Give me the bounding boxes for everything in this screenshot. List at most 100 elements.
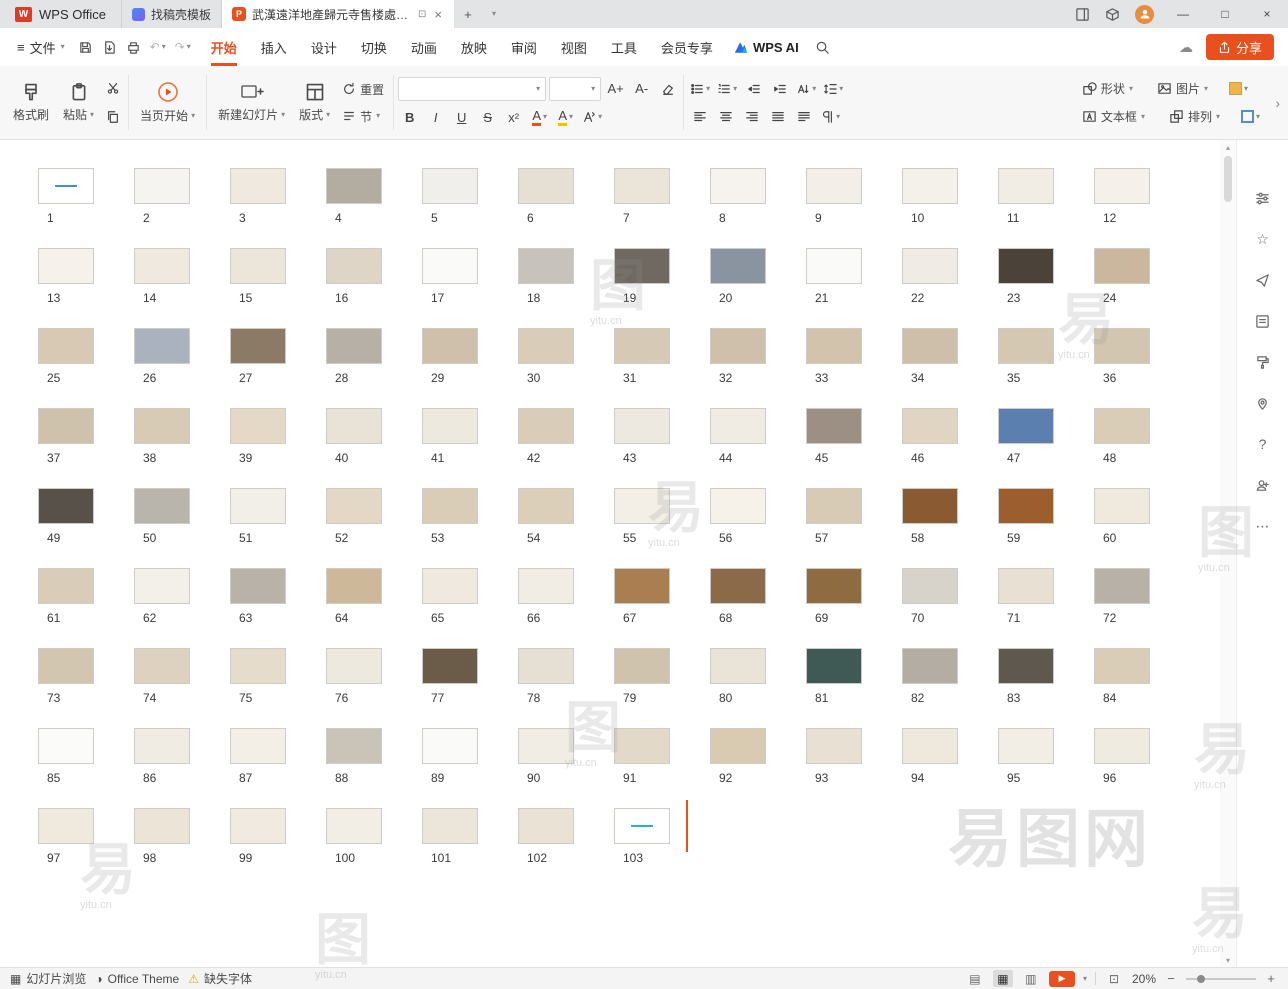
slide-thumbnail-99[interactable]	[230, 808, 286, 844]
slide-thumbnail-26[interactable]	[134, 328, 190, 364]
slide-cell[interactable]: 50	[134, 488, 230, 568]
slide-thumbnail-74[interactable]	[134, 648, 190, 684]
slide-cell[interactable]: 55	[614, 488, 710, 568]
slide-thumbnail-96[interactable]	[1094, 728, 1150, 764]
slide-cell[interactable]: 17	[422, 248, 518, 328]
slide-cell[interactable]: 76	[326, 648, 422, 728]
slide-cell[interactable]: 102	[518, 808, 614, 888]
align-center-button[interactable]	[714, 105, 737, 128]
highlight-color-button[interactable]: A▾	[554, 106, 577, 129]
font-size-select[interactable]: ▾	[549, 77, 601, 101]
slide-cell[interactable]: 95	[998, 728, 1094, 808]
apps-box-icon[interactable]	[1097, 0, 1127, 28]
slide-cell[interactable]: 11	[998, 168, 1094, 248]
slide-thumbnail-23[interactable]	[998, 248, 1054, 284]
workspace-layout-icon[interactable]	[1067, 0, 1097, 28]
slide-thumbnail-95[interactable]	[998, 728, 1054, 764]
slide-thumbnail-66[interactable]	[518, 568, 574, 604]
slide-thumbnail-79[interactable]	[614, 648, 670, 684]
slide-cell[interactable]: 99	[230, 808, 326, 888]
slide-cell[interactable]: 54	[518, 488, 614, 568]
numbering-button[interactable]: ▾	[715, 77, 739, 100]
slide-thumbnail-38[interactable]	[134, 408, 190, 444]
redo-button[interactable]: ↷▾	[171, 34, 195, 60]
textbox-button[interactable]: 文本框▾	[1077, 106, 1150, 127]
minimize-button[interactable]: —	[1162, 0, 1204, 28]
slide-thumbnail-94[interactable]	[902, 728, 958, 764]
slide-cell[interactable]: 59	[998, 488, 1094, 568]
slide-thumbnail-64[interactable]	[326, 568, 382, 604]
slide-thumbnail-39[interactable]	[230, 408, 286, 444]
section-button[interactable]: 节 ▾	[337, 106, 389, 127]
slide-cell[interactable]: 69	[806, 568, 902, 648]
slide-cell[interactable]: 56	[710, 488, 806, 568]
slide-thumbnail-54[interactable]	[518, 488, 574, 524]
slide-thumbnail-7[interactable]	[614, 168, 670, 204]
paragraph-settings-button[interactable]: ▾	[818, 105, 842, 128]
zoom-slider[interactable]	[1186, 978, 1256, 980]
slide-cell[interactable]: 71	[998, 568, 1094, 648]
slide-thumbnail-78[interactable]	[518, 648, 574, 684]
missing-font-warning[interactable]: ⚠ 缺失字体	[188, 970, 252, 987]
slide-cell[interactable]: 94	[902, 728, 998, 808]
slide-thumbnail-11[interactable]	[998, 168, 1054, 204]
shapes-button[interactable]: 形状▾	[1077, 78, 1138, 99]
slide-cell[interactable]: 42	[518, 408, 614, 488]
slide-thumbnail-73[interactable]	[38, 648, 94, 684]
outline-panel-icon[interactable]	[1253, 311, 1273, 331]
increase-indent-button[interactable]	[768, 77, 791, 100]
slide-thumbnail-72[interactable]	[1094, 568, 1150, 604]
slide-thumbnail-20[interactable]	[710, 248, 766, 284]
slide-thumbnail-86[interactable]	[134, 728, 190, 764]
help-icon[interactable]: ?	[1253, 434, 1273, 454]
slide-thumbnail-70[interactable]	[902, 568, 958, 604]
slide-thumbnail-5[interactable]	[422, 168, 478, 204]
slide-cell[interactable]: 25	[38, 328, 134, 408]
slide-cell[interactable]: 18	[518, 248, 614, 328]
maximize-button[interactable]: □	[1204, 0, 1246, 28]
slide-thumbnail-80[interactable]	[710, 648, 766, 684]
slide-thumbnail-61[interactable]	[38, 568, 94, 604]
slide-thumbnail-102[interactable]	[518, 808, 574, 844]
slide-thumbnail-97[interactable]	[38, 808, 94, 844]
slide-cell[interactable]: 3	[230, 168, 326, 248]
slide-thumbnail-44[interactable]	[710, 408, 766, 444]
tab-review[interactable]: 审阅	[499, 28, 549, 66]
slide-cell[interactable]: 24	[1094, 248, 1190, 328]
font-family-select[interactable]: ▾	[398, 77, 546, 101]
contacts-icon[interactable]	[1253, 475, 1273, 495]
slide-cell[interactable]: 45	[806, 408, 902, 488]
tab-transitions[interactable]: 切换	[349, 28, 399, 66]
copy-button[interactable]	[101, 106, 124, 129]
zoom-slider-thumb[interactable]	[1197, 975, 1205, 983]
slide-thumbnail-88[interactable]	[326, 728, 382, 764]
slide-cell[interactable]: 46	[902, 408, 998, 488]
slide-thumbnail-46[interactable]	[902, 408, 958, 444]
slide-cell[interactable]: 38	[134, 408, 230, 488]
slide-thumbnail-67[interactable]	[614, 568, 670, 604]
italic-button[interactable]: I	[424, 106, 447, 129]
slide-thumbnail-48[interactable]	[1094, 408, 1150, 444]
cloud-sync-icon[interactable]: ☁	[1172, 39, 1200, 56]
slide-thumbnail-68[interactable]	[710, 568, 766, 604]
slide-cell[interactable]: 34	[902, 328, 998, 408]
slide-thumbnail-22[interactable]	[902, 248, 958, 284]
slide-cell[interactable]: 4	[326, 168, 422, 248]
search-icon[interactable]	[808, 40, 838, 55]
slide-thumbnail-8[interactable]	[710, 168, 766, 204]
slide-thumbnail-52[interactable]	[326, 488, 382, 524]
clear-format-button[interactable]	[656, 77, 679, 100]
slide-thumbnail-47[interactable]	[998, 408, 1054, 444]
slide-thumbnail-16[interactable]	[326, 248, 382, 284]
slide-cell[interactable]: 13	[38, 248, 134, 328]
slide-cell[interactable]: 47	[998, 408, 1094, 488]
slide-thumbnail-32[interactable]	[710, 328, 766, 364]
tab-template-store[interactable]: 找稿壳模板	[122, 0, 222, 28]
slide-cell[interactable]: 60	[1094, 488, 1190, 568]
cut-button[interactable]	[101, 77, 124, 100]
align-justify-button[interactable]	[766, 105, 789, 128]
align-left-button[interactable]	[688, 105, 711, 128]
slide-cell[interactable]: 15	[230, 248, 326, 328]
scroll-down-icon[interactable]: ▾	[1226, 953, 1230, 967]
slide-thumbnail-6[interactable]	[518, 168, 574, 204]
